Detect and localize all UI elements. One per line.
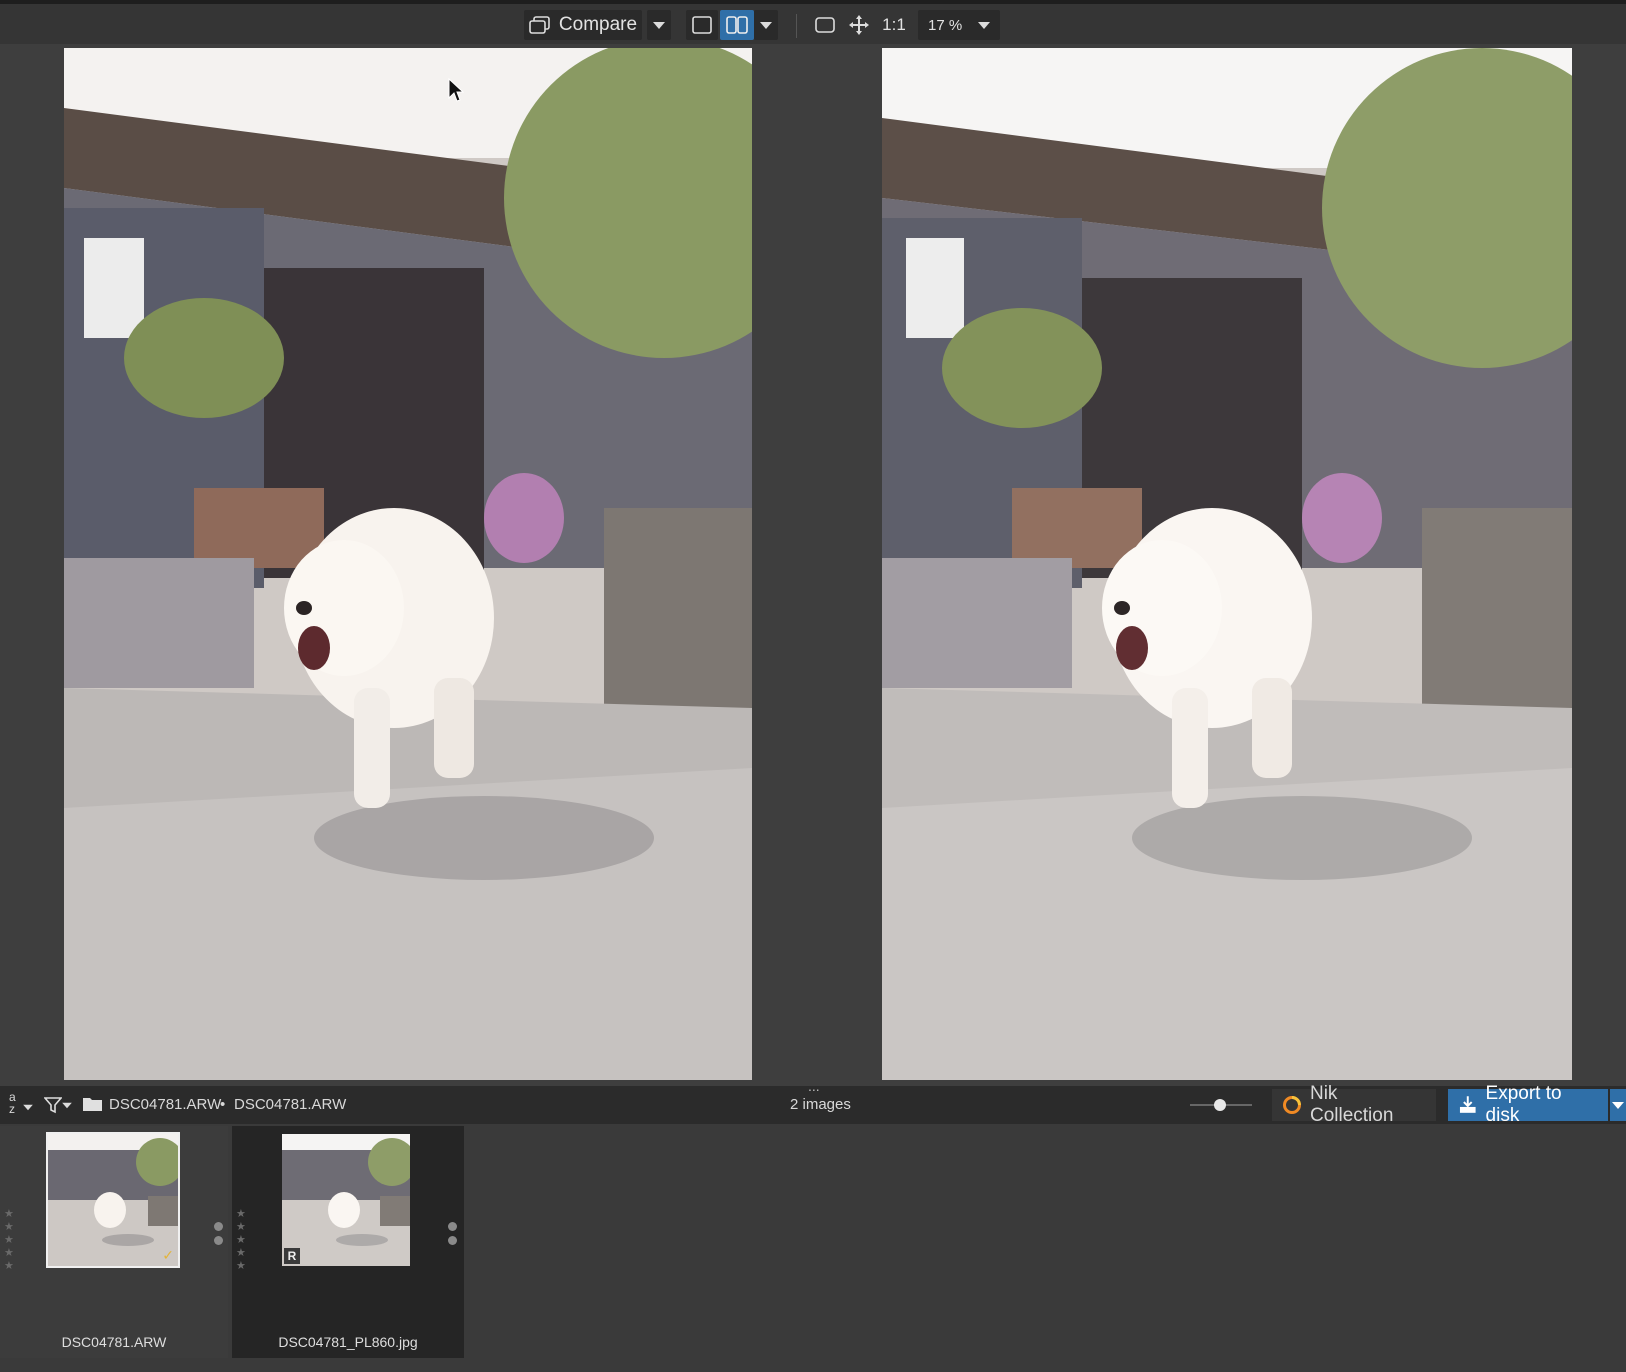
zoom-value: 17 % <box>928 16 963 34</box>
nik-collection-button[interactable]: Nik Collection <box>1272 1083 1436 1126</box>
star-icon[interactable]: ★ <box>236 1247 246 1260</box>
toolbar-divider <box>796 14 797 38</box>
star-icon[interactable]: ★ <box>236 1234 246 1247</box>
folder-icon <box>83 1098 102 1111</box>
export-label: Export to disk <box>1485 1083 1562 1126</box>
star-icon[interactable]: ★ <box>4 1208 14 1221</box>
chevron-down-icon <box>760 21 772 29</box>
star-icon[interactable]: ★ <box>236 1260 246 1273</box>
export-dropdown[interactable] <box>1610 1089 1626 1121</box>
chevron-down-icon <box>62 1102 72 1109</box>
raw-badge: R <box>284 1248 300 1264</box>
filmstrip: ★ ★ ★ ★ ★ ✓ DSC04781.ARW ★ ★ ★ ★ ★ R DSC… <box>0 1124 1626 1372</box>
sort-label-z: z <box>9 1102 15 1116</box>
image-pane-left[interactable] <box>64 48 752 1080</box>
single-view-icon <box>692 16 712 34</box>
chevron-down-icon <box>1612 1101 1624 1109</box>
chevron-down-icon <box>978 21 990 29</box>
image-pane-right[interactable] <box>882 48 1572 1080</box>
photo-dog-left <box>64 48 752 1080</box>
resize-handle[interactable]: ... <box>808 1078 820 1094</box>
nik-collection-label: Nik Collection <box>1309 1083 1394 1126</box>
pan-move-icon <box>849 15 869 35</box>
filmstrip-filename: DSC04781.ARW <box>61 1334 167 1350</box>
thumbnail-dog <box>48 1134 178 1266</box>
fit-screen-button[interactable] <box>810 10 840 40</box>
sort-button[interactable]: a z <box>6 1090 36 1120</box>
star-rating[interactable]: ★ ★ ★ ★ ★ <box>4 1208 14 1273</box>
export-to-disk-button[interactable]: Export to disk <box>1448 1083 1608 1126</box>
fit-screen-icon <box>815 17 835 33</box>
actual-size-label: 1:1 <box>882 15 906 34</box>
item-menu-handle[interactable] <box>214 1222 223 1250</box>
filmstrip-item[interactable]: ★ ★ ★ ★ ★ R DSC04781_PL860.jpg <box>232 1126 464 1358</box>
single-view-button[interactable] <box>686 10 718 40</box>
photo-dog-right <box>882 48 1572 1080</box>
filter-icon <box>44 1097 62 1114</box>
side-by-side-icon <box>726 16 748 34</box>
compare-button[interactable]: Compare <box>524 10 642 40</box>
pan-move-button[interactable] <box>844 10 874 40</box>
comparison-viewer <box>0 44 1626 1086</box>
image-count: 2 images <box>790 1096 851 1113</box>
compare-dropdown[interactable] <box>647 10 671 40</box>
star-icon[interactable]: ★ <box>4 1234 14 1247</box>
nik-collection-icon <box>1282 1096 1301 1114</box>
mouse-cursor-icon <box>448 78 464 102</box>
export-icon <box>1459 1096 1476 1113</box>
star-icon[interactable]: ★ <box>4 1221 14 1234</box>
star-rating[interactable]: ★ ★ ★ ★ ★ <box>236 1208 246 1273</box>
thumbnail-dog <box>282 1134 410 1266</box>
filter-button[interactable] <box>44 1092 74 1118</box>
view-mode-dropdown[interactable] <box>754 10 778 40</box>
star-icon[interactable]: ★ <box>4 1247 14 1260</box>
star-icon[interactable]: ★ <box>236 1221 246 1234</box>
thumbnail-size-slider[interactable] <box>1190 1099 1252 1111</box>
zoom-select[interactable]: 17 % <box>918 10 1000 40</box>
compare-icon <box>529 16 550 34</box>
viewer-toolbar: Compare 1:1 17 % <box>0 4 1626 44</box>
chevron-down-icon <box>653 21 665 29</box>
chevron-down-icon <box>23 1104 33 1111</box>
breadcrumb-folder[interactable]: DSC04781.ARW <box>109 1096 221 1113</box>
filmstrip-filename: DSC04781_PL860.jpg <box>278 1334 418 1350</box>
thumbnail-image[interactable]: R <box>282 1134 410 1266</box>
star-icon[interactable]: ★ <box>236 1208 246 1221</box>
side-by-side-button[interactable] <box>720 10 754 40</box>
filmstrip-item[interactable]: ★ ★ ★ ★ ★ ✓ DSC04781.ARW <box>0 1126 228 1358</box>
breadcrumb-file[interactable]: DSC04781.ARW <box>234 1096 346 1113</box>
browser-status-bar: a z DSC04781.ARW • DSC04781.ARW ... 2 im… <box>0 1078 1626 1126</box>
actual-size-button[interactable]: 1:1 <box>880 10 908 40</box>
thumbnail-image[interactable]: ✓ <box>46 1132 180 1268</box>
compare-label: Compare <box>558 14 638 35</box>
breadcrumb-separator: • <box>220 1096 226 1113</box>
slider-thumb[interactable] <box>1214 1099 1226 1111</box>
accepted-check-icon: ✓ <box>162 1247 174 1263</box>
item-menu-handle[interactable] <box>448 1222 457 1250</box>
star-icon[interactable]: ★ <box>4 1260 14 1273</box>
